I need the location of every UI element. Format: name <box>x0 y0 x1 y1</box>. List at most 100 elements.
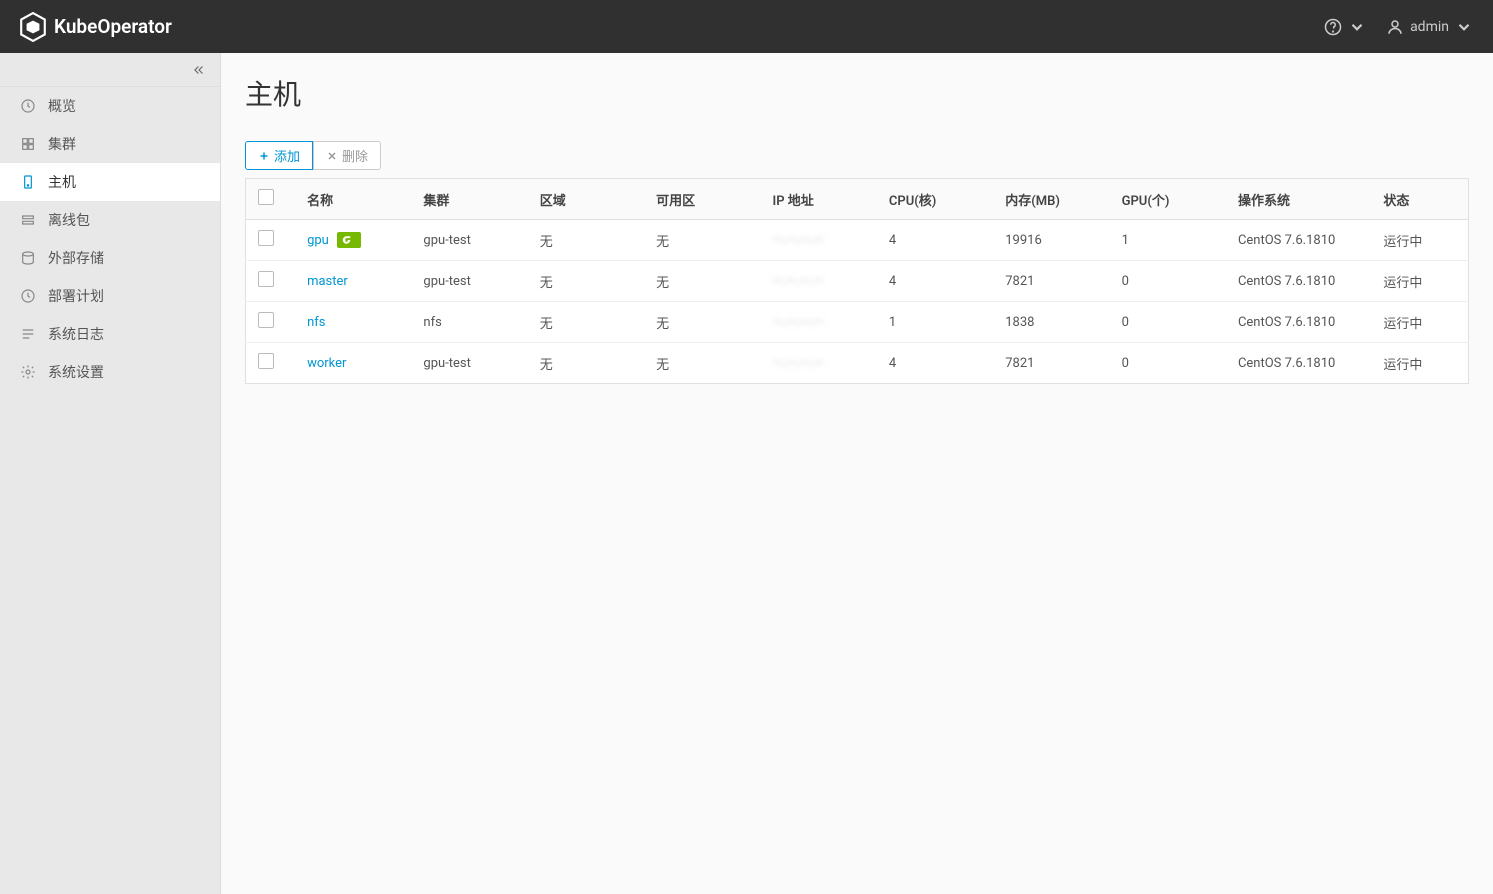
brand-text: KubeOperator <box>54 15 172 38</box>
host-name-link[interactable]: master <box>307 274 348 289</box>
sidebar-item-label: 离线包 <box>48 210 90 230</box>
cell-gpu: 0 <box>1110 343 1226 384</box>
table-row: gpu gpu-test 无 无 ···.···.···.··· 4 19916… <box>246 220 1469 261</box>
header: KubeOperator admin <box>0 0 1493 53</box>
cell-cluster: gpu-test <box>411 220 527 261</box>
cell-ip: ···.···.···.··· <box>761 302 877 343</box>
cell-gpu: 0 <box>1110 302 1226 343</box>
cell-status: 运行中 <box>1371 343 1468 384</box>
cell-os: CentOS 7.6.1810 <box>1226 220 1371 261</box>
delete-button[interactable]: 删除 <box>313 141 381 170</box>
cell-os: CentOS 7.6.1810 <box>1226 302 1371 343</box>
sidebar-collapse-button[interactable] <box>0 53 220 87</box>
help-menu[interactable] <box>1324 18 1366 36</box>
cell-region: 无 <box>528 302 644 343</box>
header-right: admin <box>1324 18 1473 36</box>
col-status: 状态 <box>1371 179 1468 220</box>
cell-memory: 19916 <box>993 220 1109 261</box>
toolbar: 添加 删除 <box>245 141 1469 170</box>
cell-ip: ···.···.···.··· <box>761 343 877 384</box>
host-name-link[interactable]: worker <box>307 356 346 371</box>
logo-icon <box>20 12 46 42</box>
sidebar-item-label: 外部存储 <box>48 248 104 268</box>
user-menu[interactable]: admin <box>1386 18 1473 36</box>
storage-icon <box>20 250 36 266</box>
chevron-down-icon <box>1455 18 1473 36</box>
table-header-row: 名称 集群 区域 可用区 IP 地址 CPU(核) 内存(MB) GPU(个) … <box>246 179 1469 220</box>
cell-status: 运行中 <box>1371 220 1468 261</box>
cell-cpu: 1 <box>877 302 993 343</box>
sidebar-item-plan[interactable]: 部署计划 <box>0 277 220 315</box>
sidebar-item-label: 部署计划 <box>48 286 104 306</box>
package-icon <box>20 212 36 228</box>
sidebar-item-label: 系统设置 <box>48 362 104 382</box>
cell-cluster: gpu-test <box>411 261 527 302</box>
settings-icon <box>20 364 36 380</box>
cell-ip: ···.···.···.··· <box>761 220 877 261</box>
add-button-label: 添加 <box>274 146 300 165</box>
row-checkbox[interactable] <box>258 271 274 287</box>
sidebar-item-package[interactable]: 离线包 <box>0 201 220 239</box>
host-name-link[interactable]: gpu <box>307 233 329 248</box>
chevron-down-icon <box>1348 18 1366 36</box>
logo[interactable]: KubeOperator <box>20 12 172 42</box>
cell-gpu: 0 <box>1110 261 1226 302</box>
cell-zone: 无 <box>644 220 760 261</box>
hosts-table: 名称 集群 区域 可用区 IP 地址 CPU(核) 内存(MB) GPU(个) … <box>245 178 1469 384</box>
col-name: 名称 <box>295 179 411 220</box>
cell-status: 运行中 <box>1371 261 1468 302</box>
user-icon <box>1386 18 1404 36</box>
cell-cpu: 4 <box>877 220 993 261</box>
log-icon <box>20 326 36 342</box>
host-icon <box>20 174 36 190</box>
cell-memory: 7821 <box>993 343 1109 384</box>
sidebar-item-log[interactable]: 系统日志 <box>0 315 220 353</box>
dashboard-icon <box>20 98 36 114</box>
row-checkbox[interactable] <box>258 230 274 246</box>
host-name-link[interactable]: nfs <box>307 315 325 330</box>
cell-status: 运行中 <box>1371 302 1468 343</box>
sidebar-item-label: 系统日志 <box>48 324 104 344</box>
sidebar-item-host[interactable]: 主机 <box>0 163 220 201</box>
cell-ip: ···.···.···.··· <box>761 261 877 302</box>
sidebar: 概览集群主机离线包外部存储部署计划系统日志系统设置 <box>0 53 221 894</box>
collapse-icon <box>192 63 206 77</box>
cell-os: CentOS 7.6.1810 <box>1226 343 1371 384</box>
nvidia-badge-icon <box>337 232 361 248</box>
col-gpu: GPU(个) <box>1110 179 1226 220</box>
cell-gpu: 1 <box>1110 220 1226 261</box>
main-content: 主机 添加 删除 名称 集群 区域 可用区 IP 地址 CP <box>221 53 1493 894</box>
cell-cluster: gpu-test <box>411 343 527 384</box>
cell-region: 无 <box>528 261 644 302</box>
row-checkbox[interactable] <box>258 312 274 328</box>
col-ip: IP 地址 <box>761 179 877 220</box>
cluster-icon <box>20 136 36 152</box>
page-title: 主机 <box>245 73 1469 113</box>
plus-icon <box>258 150 270 162</box>
col-zone: 可用区 <box>644 179 760 220</box>
sidebar-item-label: 集群 <box>48 134 76 154</box>
sidebar-item-label: 概览 <box>48 96 76 116</box>
plan-icon <box>20 288 36 304</box>
sidebar-item-label: 主机 <box>48 172 76 192</box>
table-row: nfs nfs 无 无 ···.···.···.··· 1 1838 0 Cen… <box>246 302 1469 343</box>
sidebar-item-cluster[interactable]: 集群 <box>0 125 220 163</box>
delete-button-label: 删除 <box>342 146 368 165</box>
cell-region: 无 <box>528 343 644 384</box>
sidebar-item-storage[interactable]: 外部存储 <box>0 239 220 277</box>
add-button[interactable]: 添加 <box>245 141 313 170</box>
select-all-checkbox[interactable] <box>258 189 274 205</box>
cell-cpu: 4 <box>877 343 993 384</box>
col-cpu: CPU(核) <box>877 179 993 220</box>
cell-os: CentOS 7.6.1810 <box>1226 261 1371 302</box>
table-row: master gpu-test 无 无 ···.···.···.··· 4 78… <box>246 261 1469 302</box>
col-region: 区域 <box>528 179 644 220</box>
cell-zone: 无 <box>644 343 760 384</box>
cell-region: 无 <box>528 220 644 261</box>
col-os: 操作系统 <box>1226 179 1371 220</box>
cell-memory: 1838 <box>993 302 1109 343</box>
cell-zone: 无 <box>644 302 760 343</box>
row-checkbox[interactable] <box>258 353 274 369</box>
sidebar-item-settings[interactable]: 系统设置 <box>0 353 220 391</box>
sidebar-item-dashboard[interactable]: 概览 <box>0 87 220 125</box>
